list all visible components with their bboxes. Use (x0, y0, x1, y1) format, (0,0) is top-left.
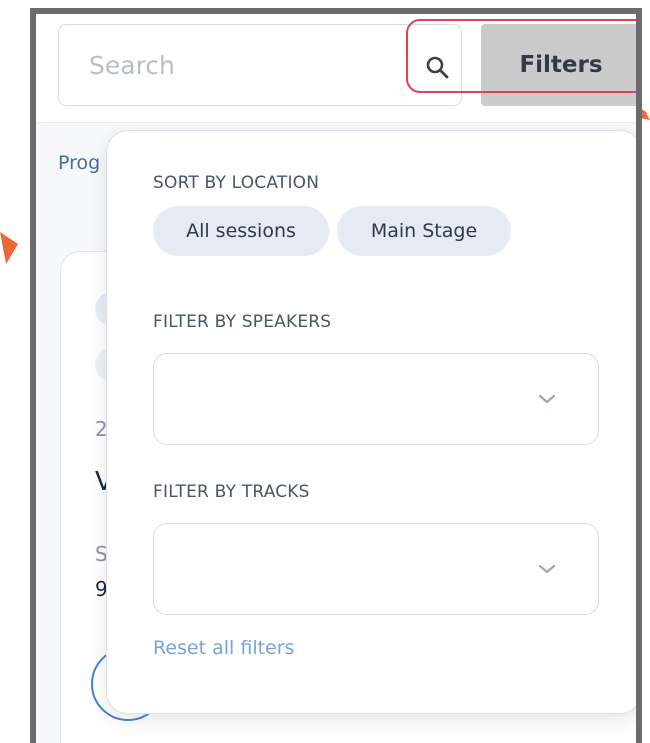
reset-all-filters-link[interactable]: Reset all filters (153, 637, 294, 659)
filter-dropdown-panel: SORT BY LOCATION All sessions Main Stage… (106, 130, 636, 714)
program-tab-fragment[interactable]: Prog (58, 152, 100, 174)
filter-by-speakers-label: FILTER BY SPEAKERS (153, 312, 332, 332)
chip-all-sessions[interactable]: All sessions (153, 206, 329, 256)
header-bar: Search Filters (36, 14, 636, 123)
speakers-select[interactable] (153, 353, 599, 445)
chevron-down-icon (538, 564, 556, 574)
search-icon[interactable] (425, 55, 449, 79)
filters-button[interactable]: Filters (481, 24, 636, 106)
app-frame: Search Filters Prog 2 V S 9 SORT BY LOCA… (30, 8, 642, 743)
search-input[interactable]: Search (58, 24, 462, 106)
search-placeholder: Search (89, 51, 175, 80)
annotation-arrow-left (0, 232, 18, 264)
chip-main-stage[interactable]: Main Stage (337, 206, 511, 256)
chevron-down-icon (538, 394, 556, 404)
tracks-select[interactable] (153, 523, 599, 615)
sort-by-location-label: SORT BY LOCATION (153, 173, 320, 193)
filter-by-tracks-label: FILTER BY TRACKS (153, 482, 310, 502)
